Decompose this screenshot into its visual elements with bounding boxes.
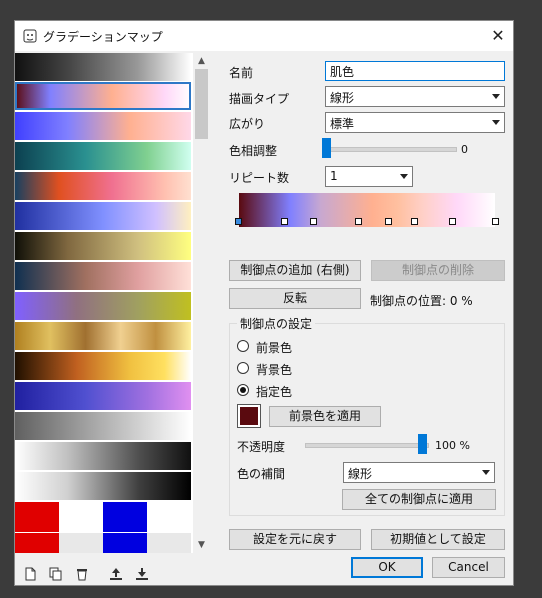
gradient-preset-item[interactable] [15, 142, 191, 170]
gradient-stop-handle[interactable] [411, 218, 418, 225]
radio-specified-label: 指定色 [256, 385, 293, 399]
color-swatch-frame[interactable] [237, 404, 261, 428]
stop-settings-title: 制御点の設定 [237, 315, 316, 332]
ok-button[interactable]: OK [351, 557, 423, 578]
gradient-stop-handle[interactable] [449, 218, 456, 225]
hue-slider-thumb[interactable] [322, 138, 331, 158]
close-icon[interactable]: ✕ [483, 21, 513, 51]
gradient-preset-item[interactable] [15, 502, 191, 532]
gradient-preset-item[interactable] [15, 442, 191, 470]
apply-foreground-button[interactable]: 前景色を適用 [269, 406, 381, 427]
gradient-stop-handle[interactable] [492, 218, 499, 225]
hue-slider-track[interactable] [325, 147, 457, 152]
draw-type-select[interactable]: 線形 [325, 86, 505, 107]
new-icon[interactable] [23, 567, 37, 581]
radio-background[interactable] [237, 362, 249, 374]
scroll-up-icon[interactable]: ▲ [193, 53, 210, 69]
opacity-slider-thumb[interactable] [418, 434, 427, 454]
gradient-map-dialog: グラデーションマップ ✕ ▲ ▼ 名前 肌色 描画タイプ 線形 広がり 標準 色… [14, 20, 514, 586]
opacity-label: 不透明度 [237, 440, 286, 454]
gradient-preset-item[interactable] [15, 322, 191, 350]
opacity-value: 100 % [435, 439, 470, 452]
delete-stop-button[interactable]: 制御点の削除 [371, 260, 505, 281]
gradient-preset-item[interactable] [15, 112, 191, 140]
gradient-preset-item[interactable] [15, 262, 191, 290]
repeat-value: 1 [330, 169, 338, 183]
cancel-button[interactable]: Cancel [432, 557, 505, 578]
gradient-preview-bar[interactable] [239, 193, 495, 227]
spread-value: 標準 [330, 117, 355, 131]
gradient-preset-item[interactable] [15, 352, 191, 380]
radio-background-label: 背景色 [256, 363, 293, 377]
preset-list-scrollbar[interactable]: ▲ ▼ [193, 53, 210, 553]
scrollbar-thumb[interactable] [195, 69, 208, 139]
import-icon[interactable] [109, 567, 123, 581]
name-input-value: 肌色 [330, 65, 355, 79]
gradient-stop-handle[interactable] [235, 218, 242, 225]
gradient-preset-item[interactable] [15, 232, 191, 260]
delete-icon[interactable] [75, 567, 89, 581]
apply-all-button[interactable]: 全ての制御点に適用 [342, 489, 496, 510]
set-default-button[interactable]: 初期値として設定 [371, 529, 505, 550]
chevron-down-icon [492, 120, 500, 125]
gradient-stop-handle[interactable] [355, 218, 362, 225]
radio-specified[interactable] [237, 384, 249, 396]
gradient-preset-item[interactable] [15, 53, 191, 81]
interp-select[interactable]: 線形 [343, 462, 495, 483]
name-label: 名前 [229, 66, 254, 80]
export-icon[interactable] [135, 567, 149, 581]
chevron-down-icon [482, 470, 490, 475]
reverse-button[interactable]: 反転 [229, 288, 361, 309]
gradient-stop-handle[interactable] [310, 218, 317, 225]
gradient-preset-item[interactable] [15, 472, 191, 500]
scroll-down-icon[interactable]: ▼ [193, 537, 210, 553]
gradient-stop-handle[interactable] [385, 218, 392, 225]
radio-foreground-label: 前景色 [256, 341, 293, 355]
gradient-preset-item[interactable] [15, 382, 191, 410]
app-icon [23, 29, 37, 43]
draw-type-value: 線形 [330, 91, 355, 105]
interp-label: 色の補間 [237, 467, 286, 481]
title-bar: グラデーションマップ ✕ [15, 21, 513, 51]
spread-select[interactable]: 標準 [325, 112, 505, 133]
repeat-label: リピート数 [229, 171, 290, 185]
window-title: グラデーションマップ [43, 30, 163, 44]
name-input[interactable]: 肌色 [325, 61, 505, 81]
interp-value: 線形 [348, 467, 373, 481]
add-stop-button[interactable]: 制御点の追加 (右側) [229, 260, 361, 281]
duplicate-icon[interactable] [49, 567, 63, 581]
chevron-down-icon [492, 94, 500, 99]
gradient-preset-item-selected[interactable] [15, 82, 191, 110]
stop-position-label: 制御点の位置: 0 % [370, 294, 473, 308]
hue-value: 0 [461, 143, 468, 156]
gradient-preset-item[interactable] [15, 412, 191, 440]
reset-button[interactable]: 設定を元に戻す [229, 529, 361, 550]
spread-label: 広がり [229, 117, 266, 131]
hue-label: 色相調整 [229, 144, 278, 158]
gradient-preset-item[interactable] [15, 202, 191, 230]
gradient-preset-item[interactable] [15, 292, 191, 320]
radio-foreground[interactable] [237, 340, 249, 352]
gradient-preset-item[interactable] [15, 172, 191, 200]
stop-color-swatch[interactable] [240, 407, 258, 425]
repeat-select[interactable]: 1 [325, 166, 413, 187]
chevron-down-icon [400, 174, 408, 179]
gradient-preset-list[interactable] [15, 53, 193, 553]
gradient-preset-item[interactable] [15, 533, 191, 553]
opacity-slider-track[interactable] [305, 443, 429, 448]
draw-type-label: 描画タイプ [229, 92, 290, 106]
gradient-stop-handle[interactable] [281, 218, 288, 225]
